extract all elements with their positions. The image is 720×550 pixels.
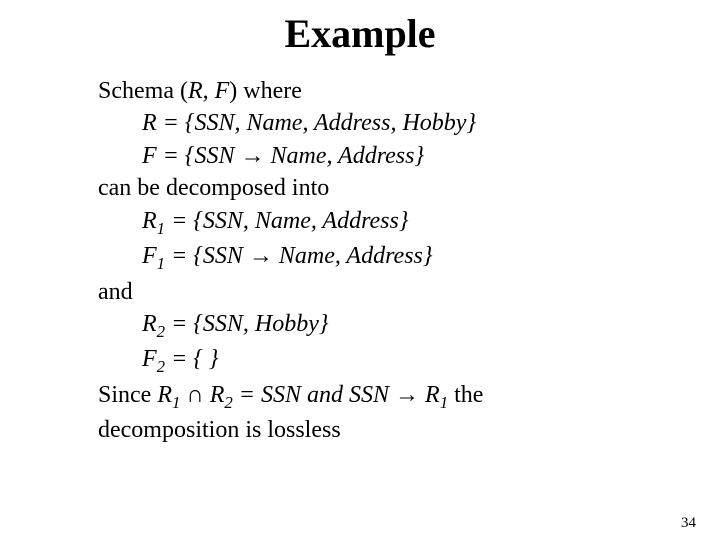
set-close: Name, Address} (273, 243, 433, 269)
text-italic: F = (142, 143, 185, 169)
set-open: {SSN (185, 143, 241, 169)
line-schema: Schema (R, F) where (98, 75, 660, 107)
var: R (142, 311, 157, 337)
line-F1: F1 = {SSN → Name, Address} (98, 240, 660, 275)
arrow-icon: → (240, 143, 264, 169)
text-italic: = SSN and SSN (233, 382, 395, 408)
slide-body: Schema (R, F) where R = {SSN, Name, Addr… (98, 75, 660, 447)
slide: Example Schema (R, F) where R = {SSN, Na… (0, 10, 720, 550)
line-decomposed: can be decomposed into (98, 172, 660, 204)
subscript: 2 (157, 357, 165, 376)
subscript: 2 (157, 322, 165, 341)
set-close: Name, Address} (264, 143, 424, 169)
set: = { } (165, 346, 218, 372)
page-number: 34 (681, 515, 696, 532)
set: {SSN, Name, Address, Hobby} (185, 110, 476, 136)
var: F (142, 346, 157, 372)
intersect-icon: ∩ (180, 382, 209, 408)
set: = {SSN, Hobby} (165, 311, 328, 337)
text: the (448, 382, 483, 408)
subscript: 1 (157, 254, 165, 273)
slide-title: Example (0, 10, 720, 57)
text-italic: R = (142, 110, 185, 136)
var: R (157, 382, 172, 408)
line-and: and (98, 276, 660, 308)
text: Since (98, 382, 157, 408)
subscript: 1 (157, 218, 165, 237)
var: R (419, 382, 440, 408)
var: F (142, 243, 157, 269)
line-lossless: decomposition is lossless (98, 414, 660, 446)
set: = {SSN, Name, Address} (165, 208, 408, 234)
line-F: F = {SSN → Name, Address} (98, 140, 660, 172)
subscript: 2 (224, 393, 232, 412)
line-R: R = {SSN, Name, Address, Hobby} (98, 107, 660, 139)
arrow-icon: → (395, 382, 419, 408)
var: R (210, 382, 225, 408)
line-since: Since R1 ∩ R2 = SSN and SSN → R1 the (98, 379, 660, 414)
var: R (142, 208, 157, 234)
set-open: = {SSN (165, 243, 249, 269)
arrow-icon: → (249, 243, 273, 269)
line-F2: F2 = { } (98, 343, 660, 378)
text: Schema ( (98, 78, 188, 104)
text-italic: R, F (188, 78, 229, 104)
line-R2: R2 = {SSN, Hobby} (98, 308, 660, 343)
subscript: 1 (440, 393, 448, 412)
text: ) where (229, 78, 302, 104)
line-R1: R1 = {SSN, Name, Address} (98, 205, 660, 240)
